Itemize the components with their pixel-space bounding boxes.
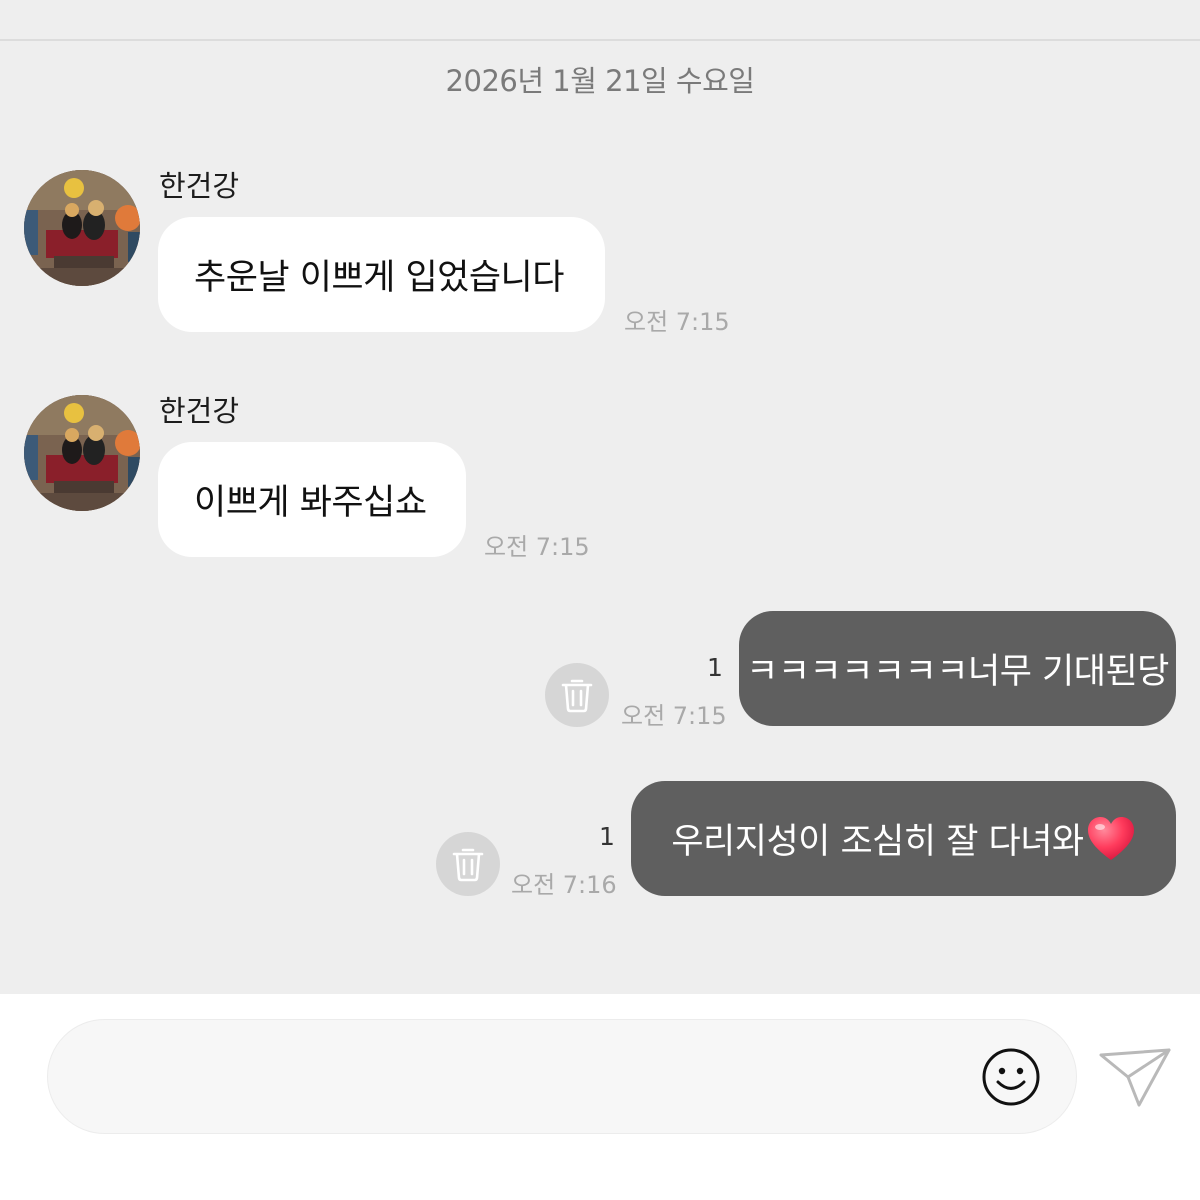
- avatar-image: [24, 395, 140, 511]
- chat-screen: 2026년 1월 21일 수요일 한건강 추운날 이쁘게 입었습니다 오전 7:…: [0, 0, 1200, 1200]
- avatar-image: [24, 170, 140, 286]
- header-divider: [0, 39, 1200, 41]
- message-text: 우리지성이 조심히 잘 다녀와: [671, 822, 1084, 862]
- sender-name: 한건강: [159, 394, 240, 428]
- message-time: 오전 7:15: [484, 533, 590, 561]
- incoming-message-bubble[interactable]: 이쁘게 봐주십쇼: [158, 442, 466, 557]
- sender-name: 한건강: [159, 169, 240, 203]
- message-time: 오전 7:16: [511, 871, 617, 899]
- message-time: 오전 7:15: [621, 702, 727, 730]
- trash-icon: [561, 679, 593, 713]
- sender-avatar[interactable]: [24, 170, 140, 286]
- outgoing-message-bubble[interactable]: 우리지성이 조심히 잘 다녀와: [631, 781, 1176, 896]
- emoji-button[interactable]: [981, 1047, 1041, 1107]
- paper-plane-icon: [1099, 1048, 1171, 1107]
- delete-message-button[interactable]: [436, 832, 500, 896]
- unread-count: 1: [599, 822, 615, 851]
- unread-count: 1: [707, 653, 723, 682]
- sender-avatar[interactable]: [24, 395, 140, 511]
- delete-message-button[interactable]: [545, 663, 609, 727]
- incoming-message-bubble[interactable]: 추운날 이쁘게 입었습니다: [158, 217, 605, 332]
- message-list[interactable]: 2026년 1월 21일 수요일 한건강 추운날 이쁘게 입었습니다 오전 7:…: [0, 0, 1200, 994]
- outgoing-message-bubble[interactable]: ㅋㅋㅋㅋㅋㅋㅋ너무 기대된당: [739, 611, 1176, 726]
- message-input[interactable]: [88, 1050, 972, 1106]
- smiley-icon: [982, 1048, 1040, 1106]
- trash-icon: [452, 848, 484, 882]
- message-composer: [47, 1019, 1077, 1134]
- heart-emoji-icon: [1087, 816, 1134, 860]
- date-separator: 2026년 1월 21일 수요일: [445, 64, 755, 98]
- send-button[interactable]: [1098, 1046, 1172, 1108]
- message-time: 오전 7:15: [624, 308, 730, 336]
